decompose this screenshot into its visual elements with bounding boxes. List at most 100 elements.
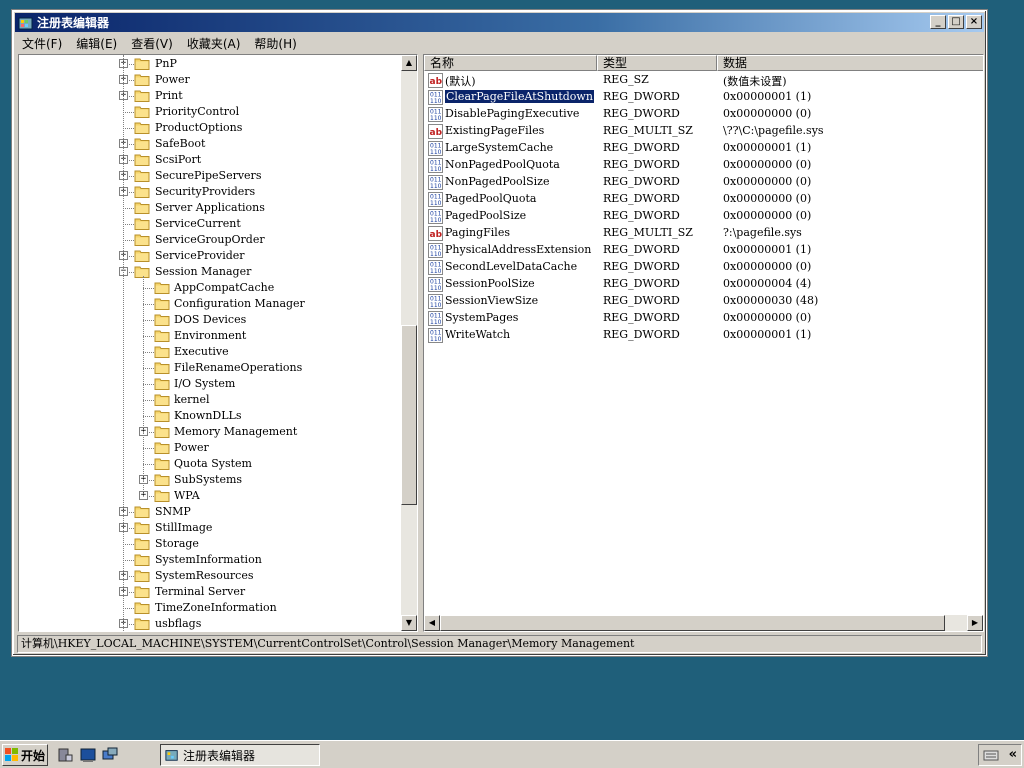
tree-item[interactable]: PriorityControl <box>19 104 401 120</box>
tree-item[interactable]: Storage <box>19 536 401 552</box>
tree-connector <box>123 544 134 545</box>
value-type: REG_MULTI_SZ <box>603 226 693 239</box>
folder-icon <box>134 234 150 246</box>
tree-item[interactable]: Executive <box>19 344 401 360</box>
menu-view[interactable]: 查看(V) <box>124 35 180 52</box>
binary-icon: 011110 <box>428 158 443 173</box>
tree-item[interactable]: + Memory Management <box>19 424 401 440</box>
maximize-button[interactable]: □ <box>948 15 964 29</box>
value-type: REG_DWORD <box>603 209 680 222</box>
tree-item[interactable]: + SubSystems <box>19 472 401 488</box>
menu-edit[interactable]: 编辑(E) <box>69 35 124 52</box>
value-row[interactable]: 011 110 PhysicalAddressExtension REG_DWORD 0… <box>424 242 983 259</box>
menu-favorites[interactable]: 收藏夹(A) <box>180 35 248 52</box>
scroll-right-button[interactable]: ▶ <box>967 615 983 631</box>
tree-connector <box>143 336 154 337</box>
scroll-up-button[interactable]: ▲ <box>401 55 417 71</box>
tree-item[interactable]: + WPA <box>19 488 401 504</box>
tree-item[interactable]: + SNMP <box>19 504 401 520</box>
value-row[interactable]: 011 110 NonPagedPoolSize REG_DWORD 0x0000000… <box>424 174 983 191</box>
value-row[interactable]: 011 110 PagedPoolQuota REG_DWORD 0x00000000 … <box>424 191 983 208</box>
tree-item[interactable]: AppCompatCache <box>19 280 401 296</box>
tree-item[interactable]: ServiceGroupOrder <box>19 232 401 248</box>
value-row[interactable]: ab ExistingPageFiles REG_MULTI_SZ \??\C:\pa… <box>424 123 983 140</box>
close-button[interactable]: × <box>966 15 982 29</box>
binary-icon: 011110 <box>428 175 443 190</box>
tree-item[interactable]: ServiceCurrent <box>19 216 401 232</box>
tree-connector <box>143 448 154 449</box>
key-tree-pane[interactable]: + PnP + Power + Print PriorityControl ProductOp… <box>18 54 418 632</box>
tree-item[interactable]: + SecurityProviders <box>19 184 401 200</box>
value-row[interactable]: ab (默认) REG_SZ (数值未设置) <box>424 72 983 89</box>
value-row[interactable]: 011 110 SessionPoolSize REG_DWORD 0x00000004… <box>424 276 983 293</box>
tree-item[interactable]: + usbflags <box>19 616 401 631</box>
tree-item[interactable]: + SecurePipeServers <box>19 168 401 184</box>
tree-item[interactable]: SystemInformation <box>19 552 401 568</box>
value-row[interactable]: 011 110 SessionViewSize REG_DWORD 0x00000030… <box>424 293 983 310</box>
tree-vertical-scrollbar[interactable]: ▲ ▼ <box>401 55 417 631</box>
show-desktop-icon[interactable] <box>102 747 118 763</box>
tree-item[interactable]: + Power <box>19 72 401 88</box>
tree-item[interactable]: Quota System <box>19 456 401 472</box>
tree-item[interactable]: + SystemResources <box>19 568 401 584</box>
value-type: REG_DWORD <box>603 311 680 324</box>
tree-item-label: Quota System <box>174 457 252 470</box>
scroll-left-button[interactable]: ◀ <box>424 615 440 631</box>
tree-item[interactable]: − Session Manager <box>19 264 401 280</box>
title-bar[interactable]: 注册表编辑器 _ □ × <box>15 13 984 32</box>
column-header-name[interactable]: 名称 <box>424 55 597 71</box>
value-row[interactable]: 011 110 ClearPageFileAtShutdown REG_DWORD 0x… <box>424 89 983 106</box>
tree-item[interactable]: TimeZoneInformation <box>19 600 401 616</box>
tree-item[interactable]: + SafeBoot <box>19 136 401 152</box>
folder-icon <box>134 186 150 198</box>
value-row[interactable]: 011 110 SystemPages REG_DWORD 0x00000000 (0) <box>424 310 983 327</box>
value-row[interactable]: 011 110 NonPagedPoolQuota REG_DWORD 0x000000… <box>424 157 983 174</box>
scroll-down-button[interactable]: ▼ <box>401 615 417 631</box>
tree-item[interactable]: FileRenameOperations <box>19 360 401 376</box>
tree-item[interactable]: Power <box>19 440 401 456</box>
values-horizontal-scrollbar[interactable]: ◀ ▶ <box>424 615 983 631</box>
value-row[interactable]: 011 110 PagedPoolSize REG_DWORD 0x00000000 (… <box>424 208 983 225</box>
svg-text:110: 110 <box>430 183 442 190</box>
tree-item[interactable]: + ServiceProvider <box>19 248 401 264</box>
tree-item[interactable]: I/O System <box>19 376 401 392</box>
tree-item[interactable]: + StillImage <box>19 520 401 536</box>
value-row[interactable]: 011 110 WriteWatch REG_DWORD 0x00000001 (1) <box>424 327 983 344</box>
value-list-pane[interactable]: 名称 类型 数据 ab (默认) REG_SZ (数值未设置) 011 110 ClearP… <box>423 54 984 632</box>
tree-item[interactable]: + Print <box>19 88 401 104</box>
scroll-thumb[interactable] <box>401 325 417 505</box>
svg-text:110: 110 <box>430 268 442 275</box>
tree-item[interactable]: Environment <box>19 328 401 344</box>
value-row[interactable]: 011 110 SecondLevelDataCache REG_DWORD 0x000… <box>424 259 983 276</box>
tree-item[interactable]: + PnP <box>19 56 401 72</box>
minimize-button[interactable]: _ <box>930 15 946 29</box>
taskbar-regedit-button[interactable]: 注册表编辑器 <box>160 744 320 766</box>
h-scroll-thumb[interactable] <box>440 615 945 631</box>
tree-connector <box>123 128 134 129</box>
tree-item[interactable]: ProductOptions <box>19 120 401 136</box>
column-header-data[interactable]: 数据 <box>717 55 983 71</box>
value-row[interactable]: 011 110 DisablePagingExecutive REG_DWORD 0x0… <box>424 106 983 123</box>
tree-item[interactable]: Server Applications <box>19 200 401 216</box>
tree-item[interactable]: KnownDLLs <box>19 408 401 424</box>
folder-icon <box>154 474 170 486</box>
tree-item[interactable]: kernel <box>19 392 401 408</box>
tree-item-label: SubSystems <box>174 473 243 486</box>
menu-help[interactable]: 帮助(H) <box>247 35 303 52</box>
keyboard-icon[interactable] <box>983 748 999 762</box>
folder-icon <box>154 490 170 502</box>
server-manager-icon[interactable] <box>57 747 73 763</box>
tree-item[interactable]: + ScsiPort <box>19 152 401 168</box>
tree-item[interactable]: Configuration Manager <box>19 296 401 312</box>
tray-expand-arrow[interactable]: « <box>1009 747 1017 762</box>
folder-icon <box>154 282 170 294</box>
menu-file[interactable]: 文件(F) <box>15 35 69 52</box>
tree-item[interactable]: + Terminal Server <box>19 584 401 600</box>
tree-item[interactable]: DOS Devices <box>19 312 401 328</box>
tree-item-label: DOS Devices <box>174 313 247 326</box>
column-header-type[interactable]: 类型 <box>597 55 717 71</box>
powershell-icon[interactable] <box>80 747 96 763</box>
value-row[interactable]: 011 110 LargeSystemCache REG_DWORD 0x0000000… <box>424 140 983 157</box>
start-button[interactable]: 开始 <box>2 744 48 766</box>
value-row[interactable]: ab PagingFiles REG_MULTI_SZ ?:\pagefile.sys <box>424 225 983 242</box>
